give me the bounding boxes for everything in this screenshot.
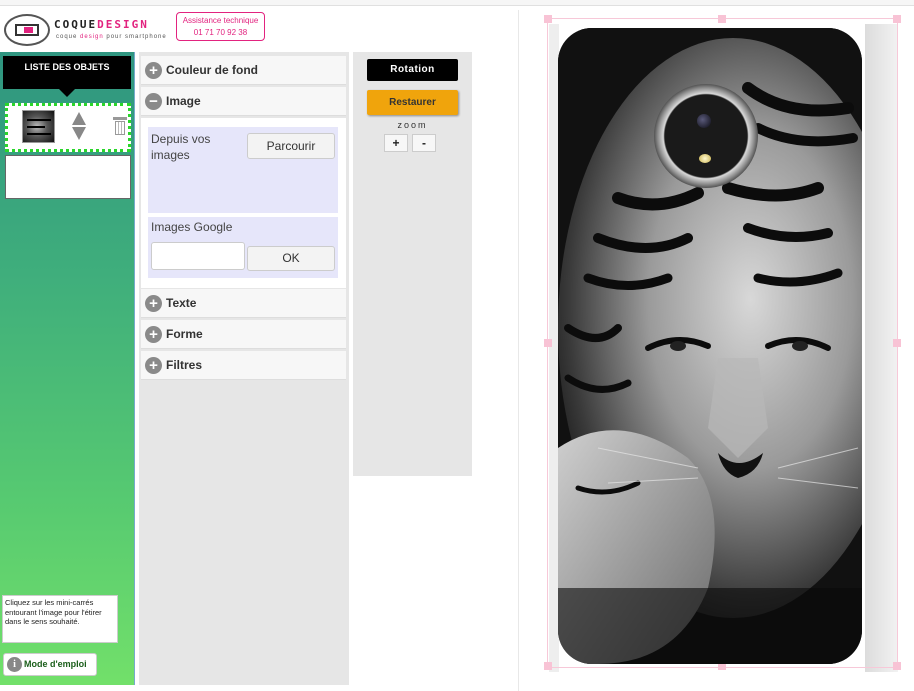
zoom-out-button[interactable]: - — [412, 134, 436, 152]
local-images-box: Depuis vos images Parcourir — [148, 127, 338, 213]
zoom-label: zoom — [397, 120, 428, 130]
top-bar — [0, 0, 914, 6]
resize-handle-br[interactable] — [893, 662, 901, 670]
zoom-in-button[interactable]: + — [384, 134, 408, 152]
collapse-minus-icon: − — [145, 93, 162, 110]
expand-plus-icon: + — [145, 62, 162, 79]
section-label: Forme — [166, 327, 203, 341]
info-icon: i — [7, 657, 22, 672]
google-search-input[interactable] — [151, 242, 245, 270]
section-label: Texte — [166, 296, 197, 310]
expand-plus-icon: + — [145, 326, 162, 343]
logo-name: COQUEDESIGN — [54, 18, 149, 31]
coquedesign-logo[interactable]: COQUEDESIGN coque design pour smartphone — [4, 12, 174, 48]
section-label: Image — [166, 94, 201, 108]
google-ok-button[interactable]: OK — [247, 246, 335, 271]
options-accordion: + Couleur de fond − Image Depuis vos ima… — [139, 52, 349, 685]
object-list-sidebar: LISTE DES OBJETS Cliquez sur les mini-ca… — [0, 52, 135, 685]
trash-icon[interactable] — [113, 117, 127, 137]
object-item-image[interactable] — [5, 103, 131, 152]
resize-handle-r[interactable] — [893, 339, 901, 347]
user-guide-button[interactable]: i Mode d'emploi — [3, 653, 97, 676]
rotation-button[interactable]: Rotation — [367, 59, 458, 81]
user-guide-label: Mode d'emploi — [24, 659, 87, 669]
section-image[interactable]: − Image — [141, 87, 346, 116]
object-list-title: LISTE DES OBJETS — [3, 56, 131, 89]
image-section-body: Depuis vos images Parcourir Images Googl… — [141, 118, 346, 288]
tiger-thumbnail — [22, 110, 55, 143]
flash-icon — [699, 154, 711, 163]
section-shape[interactable]: + Forme — [141, 320, 346, 349]
resize-handle-tl[interactable] — [544, 15, 552, 23]
camera-lens-icon — [697, 114, 711, 128]
section-label: Filtres — [166, 358, 203, 372]
support-phone: 01 71 70 92 38 — [193, 28, 248, 37]
logo-tagline: coque design pour smartphone — [56, 34, 167, 40]
phone-case-preview[interactable] — [558, 28, 862, 664]
section-filters[interactable]: + Filtres — [141, 351, 346, 380]
transform-tools: Rotation Restaurer zoom + - — [353, 52, 472, 476]
expand-plus-icon: + — [145, 357, 162, 374]
move-up-icon[interactable] — [72, 112, 86, 125]
section-text[interactable]: + Texte — [141, 289, 346, 318]
logo-mark-icon — [4, 14, 50, 46]
section-label: Couleur de fond — [166, 63, 258, 77]
resize-handle-tr[interactable] — [893, 15, 901, 23]
resize-hint: Cliquez sur les mini-carrés entourant l'… — [2, 595, 118, 643]
resize-handle-l[interactable] — [544, 339, 552, 347]
section-background-color[interactable]: + Couleur de fond — [141, 56, 346, 85]
resize-handle-t[interactable] — [718, 15, 726, 23]
restore-button[interactable]: Restaurer — [367, 90, 458, 115]
browse-button[interactable]: Parcourir — [247, 133, 335, 159]
title-arrow-icon — [59, 89, 75, 97]
design-canvas[interactable] — [518, 10, 914, 691]
object-item-empty[interactable] — [5, 155, 131, 199]
google-images-box: Images Google OK — [148, 217, 338, 278]
google-images-label: Images Google — [151, 220, 233, 234]
resize-handle-bl[interactable] — [544, 662, 552, 670]
support-label: Assistance technique — [182, 16, 259, 25]
camera-module — [654, 84, 758, 188]
move-down-icon[interactable] — [72, 127, 86, 140]
local-images-label: Depuis vos images — [151, 132, 211, 162]
tech-support-badge[interactable]: Assistance technique 01 71 70 92 38 — [176, 12, 265, 41]
reorder-control[interactable] — [72, 112, 86, 142]
expand-plus-icon: + — [145, 295, 162, 312]
